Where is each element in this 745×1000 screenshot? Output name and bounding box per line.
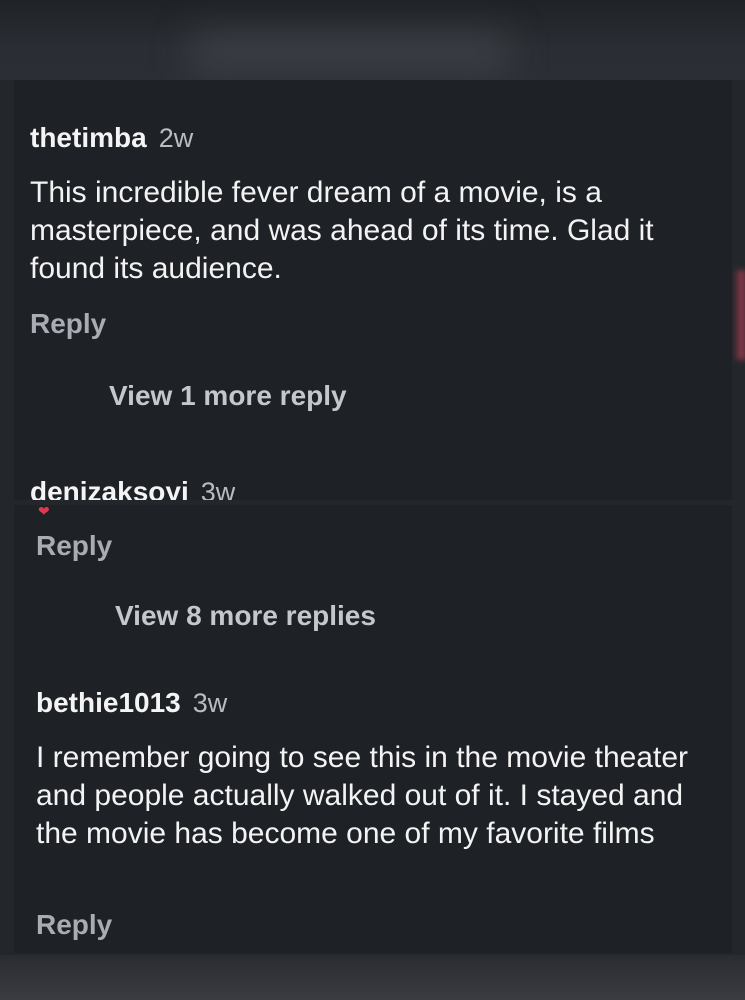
comment-panel-bottom: ❤ Reply View 8 more replies bethie1013 3… [14,503,732,953]
comment-header-cropped: denizaksoyi 3w [30,472,235,500]
like-icon: ❤ [38,503,50,519]
background-bottom [0,955,745,1000]
edge-accent [733,270,745,360]
comment-header: bethie1013 3w [36,687,227,719]
comment-timestamp: 2w [158,123,194,153]
view-more-replies-button[interactable]: View 1 more reply [109,380,347,412]
comment-username[interactable]: bethie1013 [36,687,181,719]
reply-button[interactable]: Reply [30,308,106,340]
comment-timestamp: 3w [192,688,228,718]
comment-header: thetimba 2w [30,122,193,154]
comment-timestamp: 3w [200,477,236,500]
comment-text: I remember going to see this in the movi… [36,741,689,850]
view-more-replies-button[interactable]: View 8 more replies [115,600,376,632]
comment-text: This incredible fever dream of a movie, … [30,176,654,285]
comment-panel-top: thetimba 2w This incredible fever dream … [14,80,732,500]
reply-button[interactable]: Reply [36,909,112,941]
reply-button[interactable]: Reply [36,530,112,562]
comment-username[interactable]: denizaksoyi [30,472,189,500]
comment-username[interactable]: thetimba [30,122,147,154]
background-glow [190,30,510,76]
